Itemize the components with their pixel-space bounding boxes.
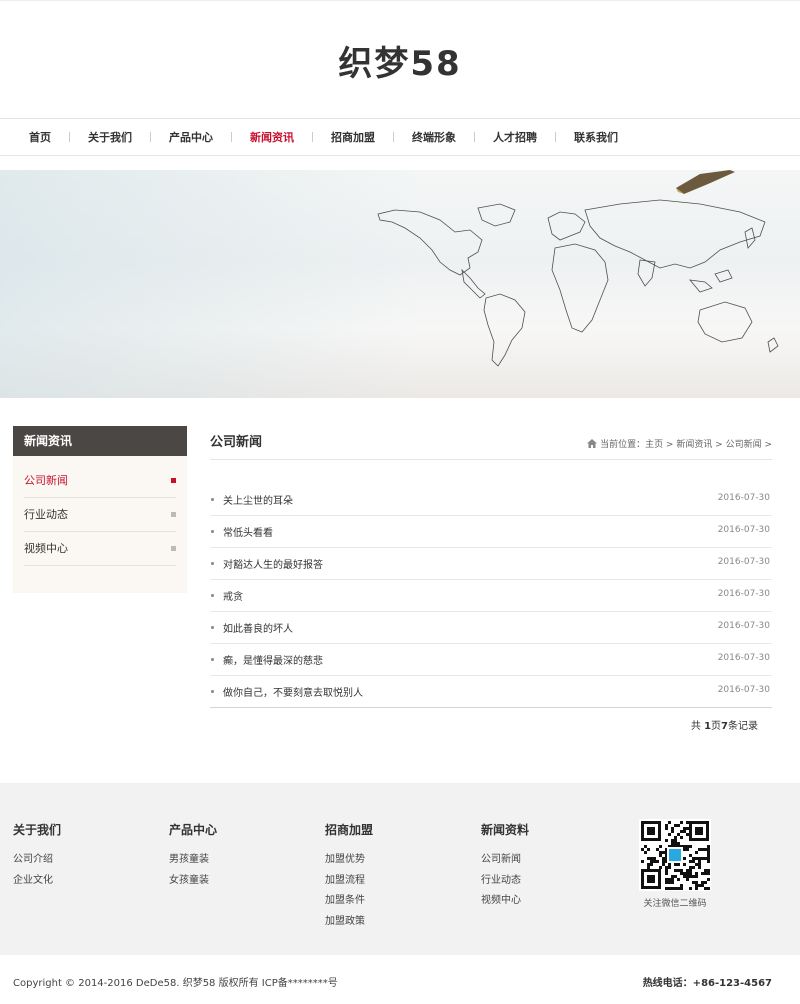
footer-column-title: 产品中心 xyxy=(169,823,218,837)
footer-column-0: 关于我们公司介绍 企业文化 xyxy=(13,821,143,891)
header: 织梦58 xyxy=(0,0,800,118)
footer-column-title: 关于我们 xyxy=(13,823,62,837)
pager-count: 7 xyxy=(721,721,728,732)
sidebar-item-2[interactable]: 视频中心 xyxy=(24,532,176,566)
sidebar-title: 新闻资讯 xyxy=(13,426,187,456)
main-nav: 首页 关于我们 产品中心 新闻资讯 招商加盟 终端形象 人才招聘 联系我们 xyxy=(0,118,800,156)
footer-link[interactable]: 企业文化 xyxy=(13,871,143,892)
news-date: 2016-07-30 xyxy=(717,685,770,695)
footer-link[interactable]: 行业动态 xyxy=(481,871,611,892)
news-title-link[interactable]: 对豁达人生的最好报答 xyxy=(223,556,323,571)
bullet-icon xyxy=(211,690,214,693)
nav-item-7[interactable]: 联系我们 xyxy=(556,129,636,145)
bottom-bar: Copyright © 2014-2016 DeDe58. 织梦58 版权所有 … xyxy=(0,955,800,1004)
qr-block: 关注微信二维码 xyxy=(637,819,713,909)
qr-caption: 关注微信二维码 xyxy=(643,899,707,909)
footer-link[interactable]: 加盟流程 xyxy=(325,871,455,892)
breadcrumb-text[interactable]: 当前位置：主页 > 新闻资讯 > 公司新闻 > xyxy=(600,437,772,450)
sidebar: 新闻资讯 公司新闻行业动态视频中心 xyxy=(13,426,187,593)
news-row: 对豁达人生的最好报答 2016-07-30 xyxy=(210,548,772,580)
news-row: 癫，是懂得最深的慈悲 2016-07-30 xyxy=(210,644,772,676)
home-icon xyxy=(587,439,598,448)
site-logo[interactable]: 织梦58 xyxy=(338,36,461,85)
footer-column-2: 招商加盟加盟优势 加盟流程 加盟条件 加盟政策 xyxy=(325,821,455,932)
footer-column-title: 新闻资料 xyxy=(481,823,530,837)
pen-nib xyxy=(676,170,735,194)
nav-item-2[interactable]: 产品中心 xyxy=(151,129,231,145)
footer-link[interactable]: 公司介绍 xyxy=(13,850,143,871)
footer-link[interactable]: 女孩童装 xyxy=(169,871,299,892)
news-date: 2016-07-30 xyxy=(717,589,770,599)
news-list: 关上尘世的耳朵 2016-07-30 常低头看看 2016-07-30 对豁达人生的最好… xyxy=(210,484,772,708)
sidebar-item-label: 行业动态 xyxy=(24,508,68,521)
content-area: 新闻资讯 公司新闻行业动态视频中心 公司新闻 当前位置：主页 > 新闻资讯 > … xyxy=(0,398,800,768)
footer-link[interactable]: 公司新闻 xyxy=(481,850,611,871)
square-bullet-icon xyxy=(171,512,176,517)
footer-link[interactable]: 视频中心 xyxy=(481,891,611,912)
news-date: 2016-07-30 xyxy=(717,557,770,567)
bullet-icon xyxy=(211,594,214,597)
bullet-icon xyxy=(211,530,214,533)
footer-link[interactable]: 男孩童装 xyxy=(169,850,299,871)
pagination: 共 1页7条记录 xyxy=(210,717,772,732)
news-row: 做你自己，不要刻意去取悦别人 2016-07-30 xyxy=(210,676,772,708)
bullet-icon xyxy=(211,498,214,501)
news-date: 2016-07-30 xyxy=(717,653,770,663)
news-main: 公司新闻 当前位置：主页 > 新闻资讯 > 公司新闻 > 关上尘世的耳朵 2016… xyxy=(210,426,772,732)
pager-mid: 页 xyxy=(711,721,722,732)
nav-item-3[interactable]: 新闻资讯 xyxy=(232,129,312,145)
bullet-icon xyxy=(211,562,214,565)
footer-link[interactable]: 加盟政策 xyxy=(325,912,455,933)
pager-prefix: 共 xyxy=(690,721,705,732)
news-header: 公司新闻 当前位置：主页 > 新闻资讯 > 公司新闻 > xyxy=(210,426,772,460)
copyright: Copyright © 2014-2016 DeDe58. 织梦58 版权所有 … xyxy=(13,978,338,989)
world-map-illustration xyxy=(377,170,779,367)
footer-column-3: 新闻资料公司新闻 行业动态 视频中心 xyxy=(481,821,611,912)
nav-item-6[interactable]: 人才招聘 xyxy=(475,129,555,145)
banner-world-map xyxy=(0,170,800,398)
news-row: 如此善良的坏人 2016-07-30 xyxy=(210,612,772,644)
breadcrumb: 当前位置：主页 > 新闻资讯 > 公司新闻 > xyxy=(587,437,772,450)
footer-link[interactable]: 加盟优势 xyxy=(325,850,455,871)
sidebar-item-0[interactable]: 公司新闻 xyxy=(24,464,176,498)
sidebar-item-label: 公司新闻 xyxy=(24,474,68,487)
sidebar-item-label: 视频中心 xyxy=(24,542,68,555)
footer-link[interactable]: 加盟条件 xyxy=(325,891,455,912)
qr-code-icon xyxy=(639,819,711,891)
news-row: 戒贪 2016-07-30 xyxy=(210,580,772,612)
nav-item-0[interactable]: 首页 xyxy=(12,129,69,145)
news-title-link[interactable]: 常低头看看 xyxy=(223,524,273,539)
news-title-link[interactable]: 如此善良的坏人 xyxy=(223,620,293,635)
news-row: 常低头看看 2016-07-30 xyxy=(210,516,772,548)
news-title-link[interactable]: 做你自己，不要刻意去取悦别人 xyxy=(223,684,363,699)
news-date: 2016-07-30 xyxy=(717,525,770,535)
news-row: 关上尘世的耳朵 2016-07-30 xyxy=(210,484,772,516)
square-bullet-icon xyxy=(171,546,176,551)
bullet-icon xyxy=(211,626,214,629)
footer: 关于我们 公司介绍 企业文化 产品中心 男孩童装 女孩童装 招商加盟 加盟优势 加盟流程 加盟条件… xyxy=(0,783,800,955)
bullet-icon xyxy=(211,658,214,661)
news-date: 2016-07-30 xyxy=(717,493,770,503)
footer-column-title: 招商加盟 xyxy=(325,823,374,837)
square-bullet-icon xyxy=(171,478,176,483)
news-title-link[interactable]: 戒贪 xyxy=(223,588,243,603)
news-title-link[interactable]: 癫，是懂得最深的慈悲 xyxy=(223,652,323,667)
pager-suffix: 条记录 xyxy=(728,721,758,732)
footer-column-1: 产品中心男孩童装 女孩童装 xyxy=(169,821,299,891)
news-title-link[interactable]: 关上尘世的耳朵 xyxy=(223,492,293,507)
nav-item-1[interactable]: 关于我们 xyxy=(70,129,150,145)
pager-pages: 1 xyxy=(704,721,712,732)
sidebar-item-1[interactable]: 行业动态 xyxy=(24,498,176,532)
news-date: 2016-07-30 xyxy=(717,621,770,631)
hotline: 热线电话：+86-123-4567 xyxy=(642,978,772,989)
nav-item-5[interactable]: 终端形象 xyxy=(394,129,474,145)
nav-item-4[interactable]: 招商加盟 xyxy=(313,129,393,145)
